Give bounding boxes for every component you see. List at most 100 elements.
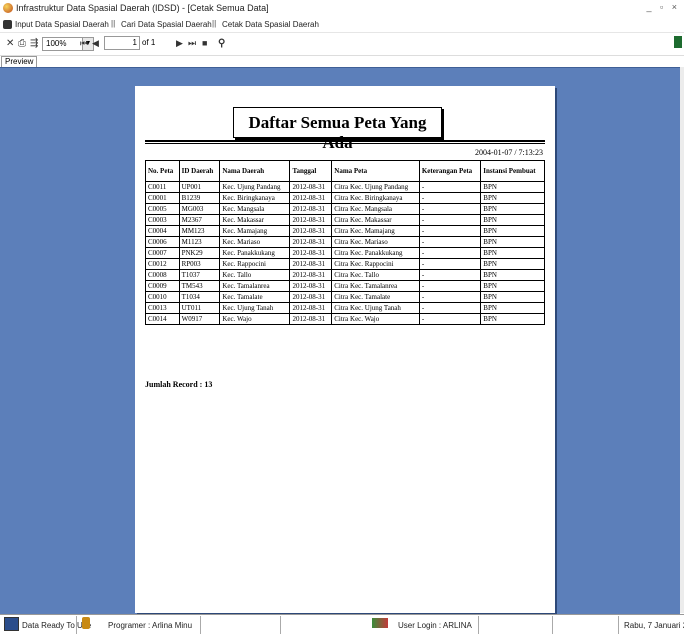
- stop-icon[interactable]: ■: [202, 38, 207, 48]
- table-cell: -: [418, 192, 482, 204]
- print-icon[interactable]: ⎙: [18, 38, 26, 49]
- menu-separator: ||: [111, 19, 116, 28]
- table-cell: Citra Kec. Wajo: [331, 313, 420, 325]
- export-icon[interactable]: ⇶: [30, 38, 38, 49]
- table-cell: Citra Kec. Panakkukang: [331, 247, 420, 259]
- table-cell: 2012-08-31: [289, 269, 333, 281]
- toolbar: [0, 33, 684, 56]
- table-cell: TM543: [178, 280, 221, 292]
- zoom-value: 100%: [46, 39, 67, 48]
- table-cell: BPN: [480, 291, 545, 303]
- table-cell: Kec. Tamalanrea: [219, 280, 291, 292]
- menu-cetak-data[interactable]: Cetak Data Spasial Daerah: [222, 20, 319, 29]
- divider: [280, 616, 281, 634]
- table-cell: Kec. Rappocini: [219, 258, 291, 270]
- table-row: C0001 B1239 Kec. Biringkanaya 2012-08-31 Cit…: [145, 192, 545, 204]
- table-cell: Citra Kec. Mangsala: [331, 203, 420, 215]
- table-cell: Kec. Mangsala: [219, 203, 291, 215]
- divider: [552, 616, 553, 634]
- table-cell: T1037: [178, 269, 221, 281]
- table-cell: Citra Kec. Tamalate: [331, 291, 420, 303]
- divider: [145, 143, 545, 144]
- database-icon: [4, 617, 19, 631]
- table-cell: Citra Kec. Makassar: [331, 214, 420, 226]
- table-cell: Citra Kec. Biringkanaya: [331, 192, 420, 204]
- table-cell: M1123: [178, 236, 221, 248]
- table-cell: -: [418, 247, 482, 259]
- column-header: Instansi Pembuat: [480, 160, 545, 182]
- window-controls[interactable]: _ ▫ ×: [647, 2, 680, 12]
- report-table: No. Peta ID Daerah Nama Daerah Tanggal N…: [145, 160, 545, 325]
- page-count: of 1: [142, 38, 156, 47]
- table-cell: BPN: [480, 236, 545, 248]
- table-cell: -: [418, 203, 482, 215]
- table-cell: W0917: [178, 313, 221, 325]
- menu-input-data[interactable]: Input Data Spasial Daerah: [15, 20, 109, 29]
- first-page-icon[interactable]: ⏮: [80, 38, 88, 49]
- column-header: Tanggal: [289, 160, 333, 182]
- app-icon: [3, 3, 13, 13]
- table-cell: -: [418, 269, 482, 281]
- prev-page-icon[interactable]: ◀: [92, 38, 99, 49]
- divider: [145, 140, 545, 142]
- table-cell: BPN: [480, 269, 545, 281]
- vertical-scrollbar[interactable]: [680, 67, 684, 613]
- table-row: C0014 W0917 Kec. Wajo 2012-08-31 Citra Kec. …: [145, 313, 545, 325]
- status-bar: [0, 614, 684, 638]
- table-cell: Kec. Wajo: [219, 313, 291, 325]
- status-user: User Login : ARLINA: [398, 621, 472, 630]
- table-cell: 2012-08-31: [289, 280, 333, 292]
- page-number-input[interactable]: 1: [104, 36, 140, 50]
- menu-cari-data[interactable]: Cari Data Spasial Daerah: [121, 20, 212, 29]
- divider: [478, 616, 479, 634]
- status-date: Rabu, 7 Januari 2004: [624, 621, 684, 630]
- table-row: C0010 T1034 Kec. Tamalate 2012-08-31 Citra K…: [145, 291, 545, 303]
- report-title: Daftar Semua Peta Yang Ada: [248, 113, 427, 152]
- table-cell: B1239: [178, 192, 221, 204]
- binoculars-icon[interactable]: ⚲: [218, 38, 225, 49]
- table-cell: 2012-08-31: [289, 291, 333, 303]
- close-icon[interactable]: ✕: [6, 38, 14, 49]
- table-cell: 2012-08-31: [289, 225, 333, 237]
- table-cell: Kec. Mariaso: [219, 236, 291, 248]
- table-cell: UT011: [178, 302, 221, 314]
- table-cell: Citra Kec. Ujung Pandang: [331, 181, 420, 193]
- table-cell: Kec. Ujung Pandang: [219, 181, 291, 193]
- table-cell: C0009: [145, 280, 180, 292]
- table-cell: PNK29: [178, 247, 221, 259]
- table-cell: 2012-08-31: [289, 302, 333, 314]
- table-cell: MG003: [178, 203, 221, 215]
- table-cell: Kec. Tamalate: [219, 291, 291, 303]
- table-cell: T1034: [178, 291, 221, 303]
- menu-app-icon: [3, 20, 12, 29]
- column-header: No. Peta: [145, 160, 180, 182]
- table-cell: C0003: [145, 214, 180, 226]
- table-cell: BPN: [480, 203, 545, 215]
- record-count: Jumlah Record : 13: [145, 380, 213, 389]
- table-row: C0011 UP001 Kec. Ujung Pandang 2012-08-31 Ci…: [145, 181, 545, 193]
- next-page-icon[interactable]: ▶: [176, 38, 183, 49]
- status-programmer: Programer : Arlina Minu: [108, 621, 193, 630]
- table-cell: Citra Kec. Mamajang: [331, 225, 420, 237]
- status-ready: Data Ready To Use: [22, 621, 92, 630]
- table-cell: Kec. Panakkukang: [219, 247, 291, 259]
- table-cell: BPN: [480, 302, 545, 314]
- table-cell: C0007: [145, 247, 180, 259]
- table-row: C0006 M1123 Kec. Mariaso 2012-08-31 Citra Ke…: [145, 236, 545, 248]
- table-cell: C0013: [145, 302, 180, 314]
- column-header: Keterangan Peta: [418, 160, 482, 182]
- table-cell: 2012-08-31: [289, 203, 333, 215]
- tab-preview[interactable]: Preview: [1, 56, 38, 67]
- table-cell: C0010: [145, 291, 180, 303]
- table-cell: -: [418, 291, 482, 303]
- table-cell: 2012-08-31: [289, 236, 333, 248]
- table-cell: -: [418, 181, 482, 193]
- divider: [200, 616, 201, 634]
- table-cell: -: [418, 258, 482, 270]
- last-page-icon[interactable]: ⏭: [188, 38, 196, 49]
- table-cell: C0006: [145, 236, 180, 248]
- column-header: Nama Daerah: [219, 160, 291, 182]
- table-cell: C0011: [145, 181, 180, 193]
- table-cell: BPN: [480, 214, 545, 226]
- report-timestamp: 2004-01-07 / 7:13:23: [475, 148, 543, 157]
